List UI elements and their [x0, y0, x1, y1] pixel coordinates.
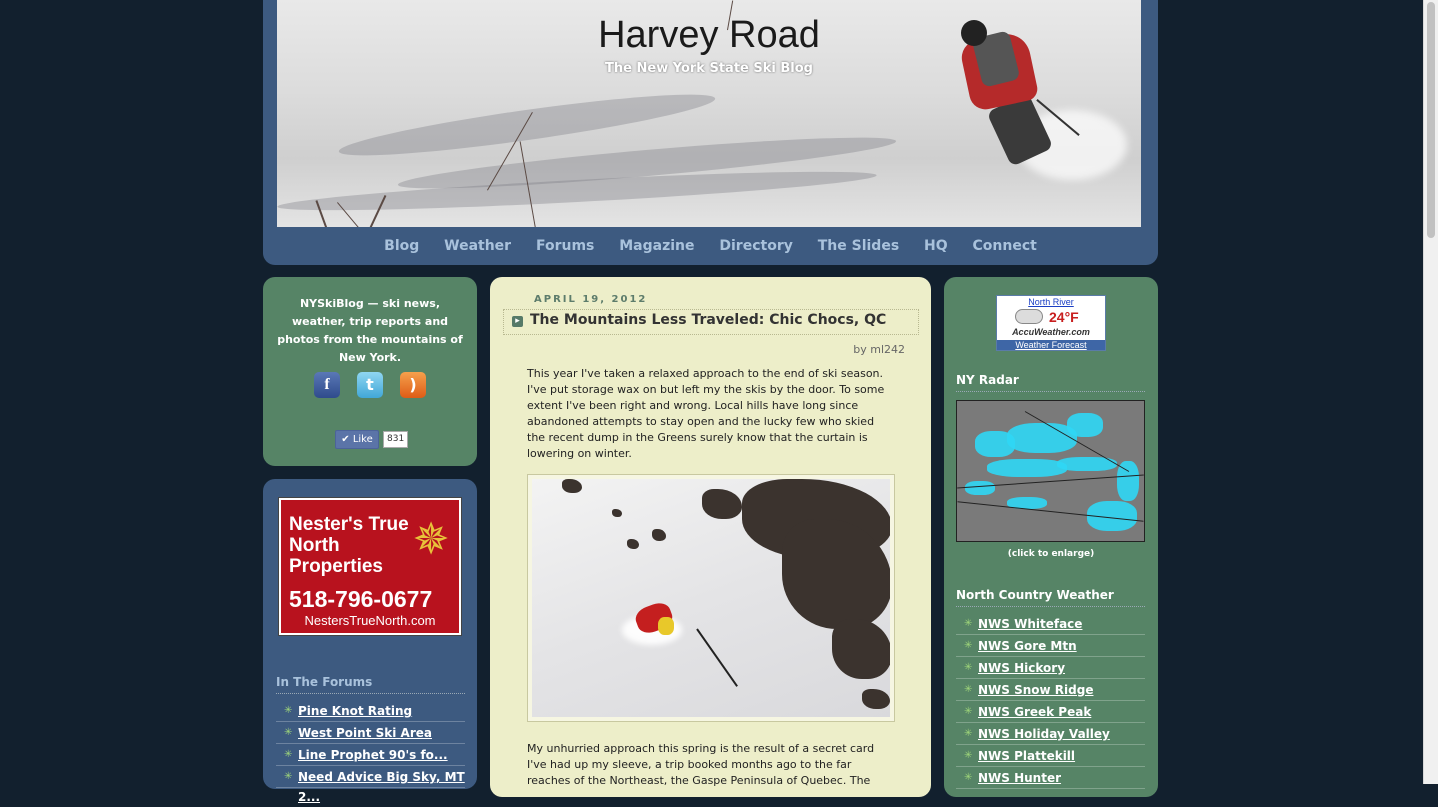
sidebar-right: North River 24°F AccuWeather.com Weather…	[944, 277, 1158, 797]
post-container: APRIL 19, 2012 ▸ The Mountains Less Trav…	[490, 277, 931, 797]
list-item: ✳ NWS Hunter	[956, 768, 1145, 789]
bullet-icon: ✳	[964, 640, 973, 651]
list-item: ✳ NWS Holiday Valley	[956, 724, 1145, 745]
arrow-right-icon: ▸	[512, 316, 523, 327]
list-item: ✳ NWS Gore Mtn	[956, 636, 1145, 657]
list-item: ✳ NWS Hickory	[956, 658, 1145, 679]
radar-map[interactable]	[956, 400, 1145, 542]
accuweather-widget[interactable]: North River 24°F AccuWeather.com Weather…	[996, 295, 1106, 351]
facebook-like-button[interactable]: ✔ Like	[335, 430, 379, 449]
post-date: APRIL 19, 2012	[534, 294, 648, 305]
forum-link[interactable]: West Point Ski Area	[298, 726, 432, 740]
bullet-icon: ✳	[964, 618, 973, 629]
list-item: ✳ NWS Greek Peak	[956, 702, 1145, 723]
weather-temperature: 24°F	[1049, 309, 1079, 325]
bullet-icon: ✳	[284, 771, 293, 782]
nws-link[interactable]: NWS Plattekill	[978, 749, 1075, 763]
north-country-weather-heading: North Country Weather	[956, 588, 1145, 607]
post-photo[interactable]	[527, 474, 895, 722]
bullet-icon: ✳	[964, 750, 973, 761]
sidebar-left: Nester's True North Properties ✵ 518-796…	[263, 479, 477, 804]
forums-heading: In The Forums	[276, 675, 465, 694]
like-count: 831	[383, 431, 409, 448]
list-item: ✳ NWS Snow Ridge	[956, 680, 1145, 701]
post-title[interactable]: The Mountains Less Traveled: Chic Chocs,…	[530, 312, 886, 328]
nav-weather[interactable]: Weather	[444, 238, 511, 254]
radar-caption: (click to enlarge)	[1007, 549, 1095, 559]
bullet-icon: ✳	[964, 728, 973, 739]
bullet-icon: ✳	[284, 749, 293, 760]
nav-connect[interactable]: Connect	[973, 238, 1037, 254]
nav-directory[interactable]: Directory	[719, 238, 792, 254]
nws-link[interactable]: NWS Hunter	[978, 771, 1061, 785]
forums-list: ✳ Pine Knot Rating ✳ West Point Ski Area ✳…	[276, 701, 465, 804]
nws-link[interactable]: NWS Gore Mtn	[978, 639, 1077, 653]
site-title[interactable]: Harvey Road	[277, 14, 1141, 57]
nws-link[interactable]: NWS Snow Ridge	[978, 683, 1093, 697]
list-item: ✳ Need Advice Big Sky, MT 2...	[276, 767, 465, 804]
nav-the-slides[interactable]: The Slides	[818, 238, 899, 254]
bullet-icon: ✳	[964, 684, 973, 695]
radar-heading: NY Radar	[956, 373, 1145, 392]
forum-link[interactable]: Pine Knot Rating	[298, 704, 412, 718]
nws-link[interactable]: NWS Greek Peak	[978, 705, 1091, 719]
post-paragraph: My unhurried approach this spring is the…	[527, 742, 875, 787]
nav-blog[interactable]: Blog	[384, 238, 419, 254]
bullet-icon: ✳	[964, 772, 973, 783]
nav-magazine[interactable]: Magazine	[619, 238, 694, 254]
list-item: ✳ Line Prophet 90's fo...	[276, 745, 465, 766]
skier-photo	[532, 479, 890, 717]
post-paragraph: This year I've taken a relaxed approach …	[527, 367, 885, 460]
bullet-icon: ✳	[964, 662, 973, 673]
bullet-icon: ✳	[964, 706, 973, 717]
header: Harvey Road The New York State Ski Blog …	[263, 0, 1158, 265]
nws-link[interactable]: NWS Holiday Valley	[978, 727, 1110, 741]
list-item: ✳ West Point Ski Area	[276, 723, 465, 744]
thumbs-up-icon: ✔	[341, 434, 350, 445]
site-subtitle: The New York State Ski Blog	[605, 61, 813, 76]
bullet-icon: ✳	[284, 705, 293, 716]
nws-links-list: ✳ NWS Whiteface ✳ NWS Gore Mtn ✳ NWS Hickor…	[956, 614, 1145, 790]
cloud-icon	[1015, 309, 1043, 324]
scrollbar[interactable]	[1423, 0, 1438, 784]
nester-ad-banner[interactable]: Nester's True North Properties ✵ 518-796…	[278, 497, 462, 636]
ad-phone: 518-796-0677	[289, 586, 433, 612]
post-author: by ml242	[853, 343, 905, 356]
forum-link[interactable]: Need Advice Big Sky, MT 2...	[298, 770, 465, 804]
site-tagline: NYSkiBlog — ski news, weather, trip repo…	[277, 297, 463, 364]
compass-icon: ✵	[412, 514, 450, 565]
bullet-icon: ✳	[284, 727, 293, 738]
ad-company-name: Nester's True North Properties	[289, 514, 409, 577]
main-nav: Blog Weather Forums Magazine Directory T…	[263, 238, 1158, 254]
rss-icon[interactable]: )	[400, 372, 426, 398]
forum-link[interactable]: Line Prophet 90's fo...	[298, 748, 448, 762]
list-item: ✳ NWS Plattekill	[956, 746, 1145, 767]
nws-link[interactable]: NWS Hickory	[978, 661, 1065, 675]
weather-location[interactable]: North River	[997, 297, 1105, 307]
facebook-icon[interactable]: f	[314, 372, 340, 398]
nws-link[interactable]: NWS Whiteface	[978, 617, 1082, 631]
nav-hq[interactable]: HQ	[924, 238, 948, 254]
like-label: Like	[352, 434, 373, 445]
header-banner-image: Harvey Road The New York State Ski Blog	[277, 0, 1141, 227]
weather-forecast-link[interactable]: Weather Forecast	[997, 340, 1105, 350]
nav-forums[interactable]: Forums	[536, 238, 594, 254]
about-panel: NYSkiBlog — ski news, weather, trip repo…	[263, 277, 477, 466]
list-item: ✳ NWS Whiteface	[956, 614, 1145, 635]
post-title-bar: ▸ The Mountains Less Traveled: Chic Choc…	[503, 309, 919, 335]
ad-url: NestersTrueNorth.com	[304, 613, 436, 628]
weather-brand: AccuWeather.com	[1012, 327, 1090, 337]
scrollbar-thumb[interactable]	[1427, 2, 1435, 238]
twitter-icon[interactable]: t	[357, 372, 383, 398]
list-item: ✳ Pine Knot Rating	[276, 701, 465, 722]
